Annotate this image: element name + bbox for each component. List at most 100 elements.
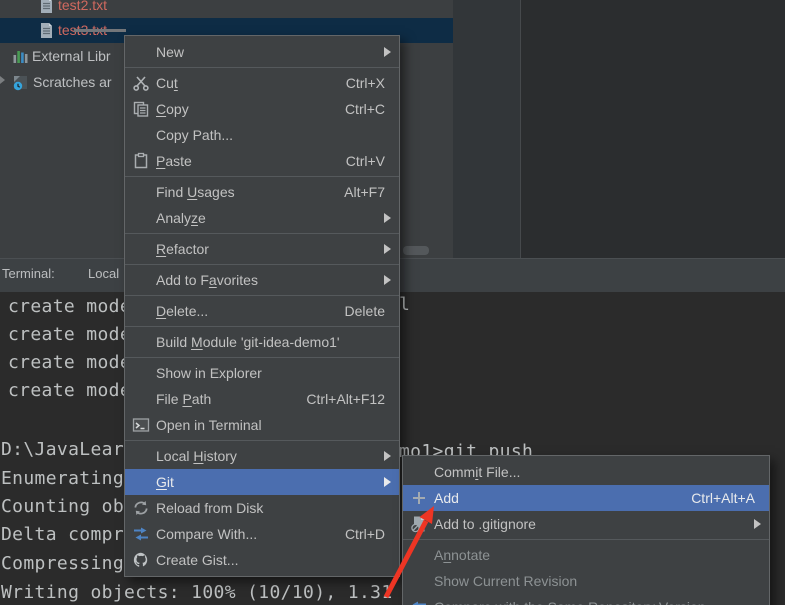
paste-icon [132,152,150,170]
editor-area [453,0,785,258]
menu-item-compare-with[interactable]: Compare With... Ctrl+D [125,521,399,547]
git-submenu-item-commit-file[interactable]: Commit File... [403,459,769,485]
tree-item-label: test2.txt [58,0,107,18]
submenu-arrow-icon [384,477,391,487]
github-icon [132,551,150,569]
libraries-icon [12,48,29,65]
menu-shortcut: Alt+F7 [324,179,385,205]
terminal-text: create mode [8,381,131,401]
menu-item-delete-label: Delete... [156,298,208,324]
git-submenu-item-annotate[interactable]: Annotate [403,542,769,568]
menu-item-reload-from-disk-label: Reload from Disk [156,495,263,521]
compare-icon [132,525,150,543]
menu-item-add-to-favorites-label: Add to Favorites [156,267,258,293]
menu-shortcut: Ctrl+Alt+A [671,485,755,511]
text-file-icon [38,22,55,39]
menu-separator [125,67,399,68]
menu-item-cut-label: Cut [156,70,178,96]
menu-shortcut: Ctrl+X [326,70,385,96]
menu-item-build-module-git-idea-demo1[interactable]: Build Module 'git-idea-demo1' [125,329,399,355]
menu-separator [403,539,769,540]
menu-shortcut: Ctrl+V [326,148,385,174]
menu-item-refactor[interactable]: Refactor [125,236,399,262]
menu-item-copy-path[interactable]: Copy Path... [125,122,399,148]
menu-item-file-path-label: File Path [156,386,211,412]
menu-separator [125,176,399,177]
menu-shortcut: Ctrl+Alt+F12 [286,386,385,412]
menu-shortcut: Ctrl+C [325,96,385,122]
terminal-panel-label: Terminal: [2,266,55,281]
menu-item-compare-with-label: Compare With... [156,521,257,547]
menu-item-open-in-terminal-label: Open in Terminal [156,412,262,438]
git-submenu-item-show-current-revision-label: Show Current Revision [434,568,577,594]
terminal-text: create mode [8,353,131,373]
tree-expand-chevron-icon[interactable] [0,76,5,84]
menu-item-local-history-label: Local History [156,443,237,469]
terminal-text: Enumerating [1,469,124,489]
menu-item-paste-label: Paste [156,148,192,174]
menu-shortcut: Delete [325,298,385,324]
terminal-text: create mode [8,297,131,317]
menu-item-create-gist-label: Create Gist... [156,547,238,573]
terminal-text: l [399,295,410,315]
git-submenu-item-commit-file-label: Commit File... [434,459,520,485]
menu-separator [125,440,399,441]
submenu-arrow-icon [384,47,391,57]
menu-item-add-to-favorites[interactable]: Add to Favorites [125,267,399,293]
menu-item-find-usages[interactable]: Find Usages Alt+F7 [125,179,399,205]
text-file-icon [38,0,55,14]
terminal-text: create mode [8,325,131,345]
menu-item-copy[interactable]: Copy Ctrl+C [125,96,399,122]
menu-item-reload-from-disk[interactable]: Reload from Disk [125,495,399,521]
menu-item-git-label: Git [156,469,174,495]
menu-item-analyze[interactable]: Analyze [125,205,399,231]
editor-gutter [453,0,520,258]
terminal-text: Delta compre [1,525,135,545]
menu-item-copy-path-label: Copy Path... [156,122,233,148]
git-submenu-item-compare-with-the-same-repository-version[interactable]: Compare with the Same Repository Version [403,594,769,605]
menu-item-paste[interactable]: Paste Ctrl+V [125,148,399,174]
submenu-arrow-icon [384,244,391,254]
menu-item-copy-label: Copy [156,96,189,122]
git-submenu: Commit File...Add Ctrl+Alt+AAdd to .gitig… [402,455,770,605]
reload-icon [132,499,150,517]
tree-item-label: External Libr [32,44,111,69]
menu-shortcut: Ctrl+D [325,521,385,547]
compare-version-icon [410,598,428,605]
menu-separator [125,357,399,358]
file-context-menu: New Cut Ctrl+X Copy Ctrl+C Copy Path...Paste C… [124,35,400,577]
submenu-arrow-icon [384,213,391,223]
menu-item-find-usages-label: Find Usages [156,179,235,205]
menu-item-open-in-terminal[interactable]: Open in Terminal [125,412,399,438]
submenu-arrow-icon [384,451,391,461]
menu-item-refactor-label: Refactor [156,236,209,262]
menu-item-new-label: New [156,39,184,65]
menu-item-delete[interactable]: Delete... Delete [125,298,399,324]
terminal-text: D:\JavaLearn [1,440,135,460]
tree-item-test2-txt[interactable]: test2.txt [0,0,453,18]
submenu-arrow-icon [384,275,391,285]
menu-item-show-in-explorer[interactable]: Show in Explorer [125,360,399,386]
menu-item-show-in-explorer-label: Show in Explorer [156,360,262,386]
git-submenu-item-add-to-gitignore[interactable]: Add to .gitignore [403,511,769,537]
menu-item-git[interactable]: Git [125,469,399,495]
menu-item-new[interactable]: New [125,39,399,65]
terminal-text: Counting obj [1,497,135,517]
git-submenu-item-show-current-revision[interactable]: Show Current Revision [403,568,769,594]
git-submenu-item-add-label: Add [434,485,459,511]
menu-item-local-history[interactable]: Local History [125,443,399,469]
terminal-tab-local[interactable]: Local [88,266,119,281]
menu-item-cut[interactable]: Cut Ctrl+X [125,70,399,96]
scrollbar-thumb[interactable] [403,246,429,255]
cut-icon [132,74,150,92]
gitignore-icon [410,515,428,533]
copy-icon [132,100,150,118]
submenu-arrow-icon [754,519,761,529]
git-submenu-item-compare-with-the-same-repository-version-label: Compare with the Same Repository Version [434,594,706,605]
git-submenu-item-annotate-label: Annotate [434,542,490,568]
menu-item-file-path[interactable]: File Path Ctrl+Alt+F12 [125,386,399,412]
git-submenu-item-add[interactable]: Add Ctrl+Alt+A [403,485,769,511]
menu-item-analyze-label: Analyze [156,205,206,231]
menu-separator [125,233,399,234]
menu-item-create-gist[interactable]: Create Gist... [125,547,399,573]
